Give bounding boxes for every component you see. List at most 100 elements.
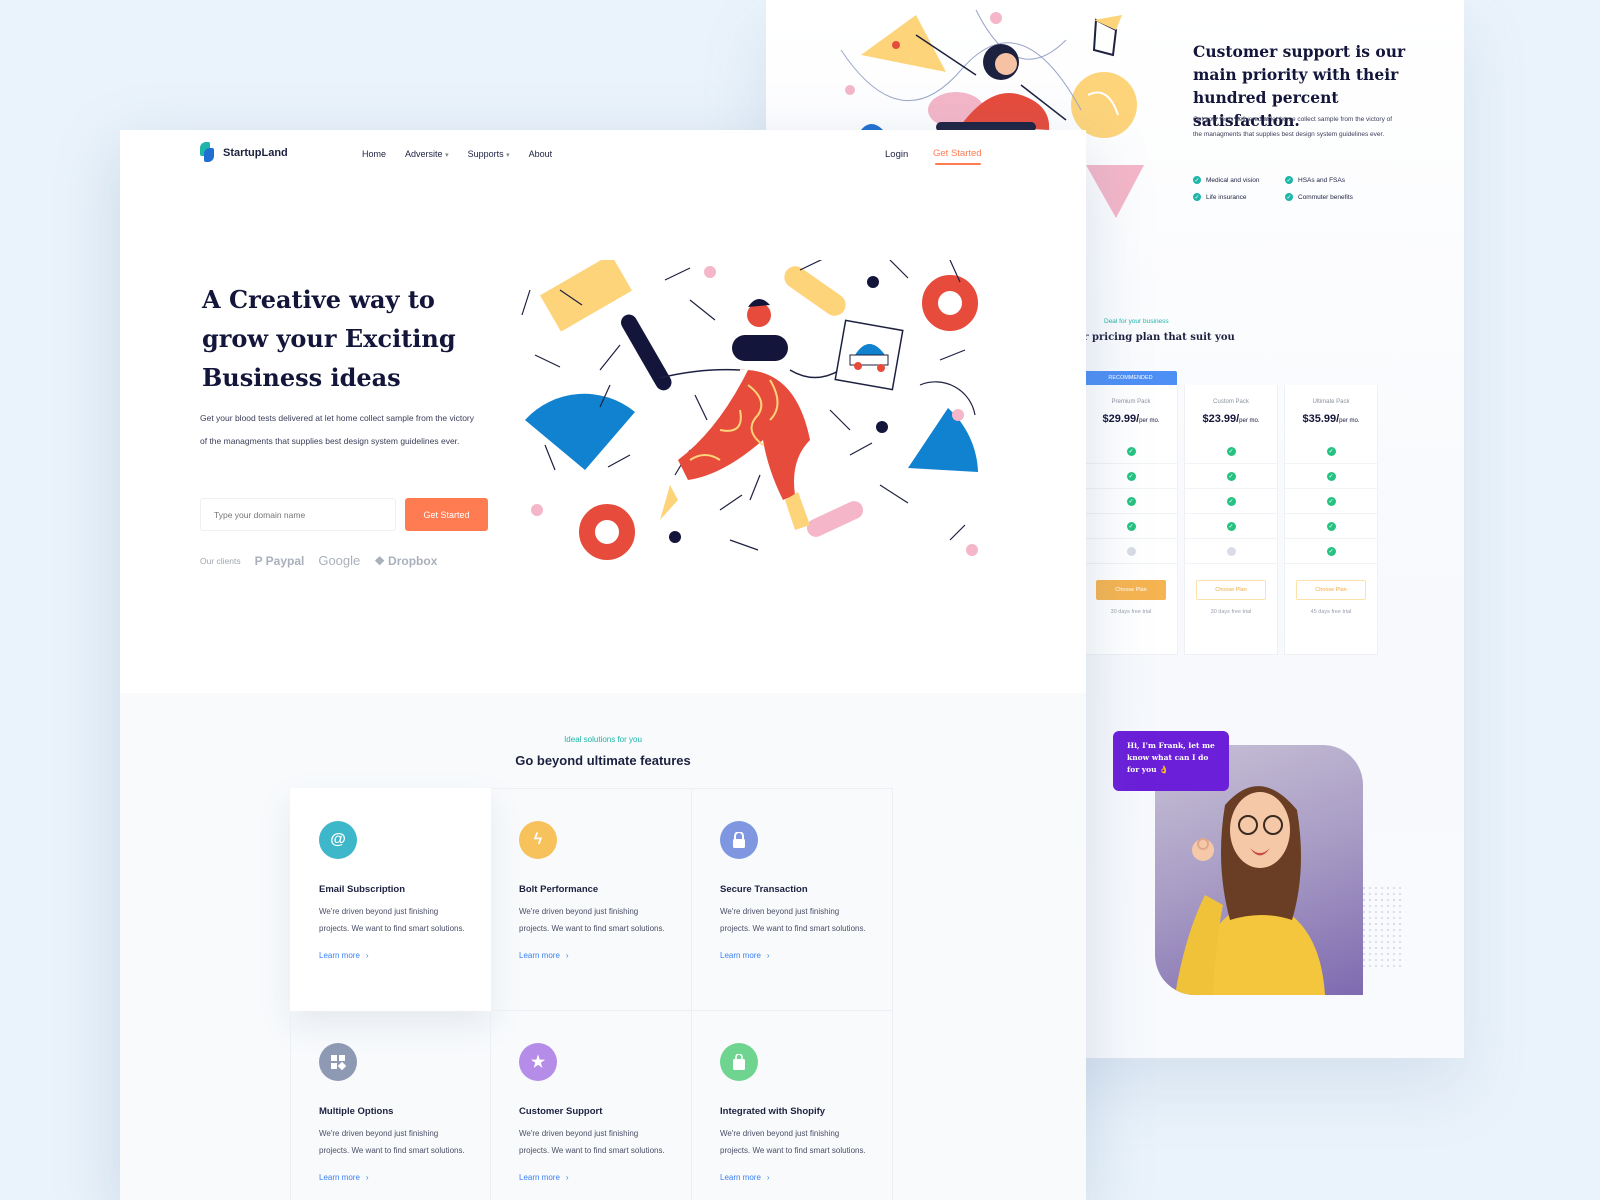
front-page-preview: StartupLand Home Adversite ▾ Supports ▾ … <box>120 130 1086 1200</box>
feature-title: Integrated with Shopify <box>720 1106 826 1117</box>
get-started-button[interactable]: Get Started <box>405 498 488 531</box>
choose-plan-button[interactable]: Choose Plan <box>1096 580 1166 600</box>
check-icon: ✓ <box>1326 496 1336 506</box>
paypal-icon: P <box>254 553 263 568</box>
recommended-badge: RECOMMENDED <box>1084 371 1177 385</box>
brand-logo[interactable]: StartupLand <box>200 142 288 163</box>
hero-description: Get your blood tests delivered at let ho… <box>200 413 475 446</box>
check-icon: ✓ <box>1226 521 1236 531</box>
feature-card: Secure Transaction We're driven beyond j… <box>692 788 893 1011</box>
dot-pattern <box>1361 885 1401 970</box>
learn-more-link[interactable]: Learn more › <box>319 1173 462 1182</box>
feature-title: Customer Support <box>519 1106 603 1117</box>
logo-icon <box>200 142 215 163</box>
cta-underline <box>935 163 981 165</box>
learn-more-link[interactable]: Learn more › <box>319 951 462 960</box>
shopping-bag-icon <box>720 1043 758 1081</box>
feature-card: ★ Customer Support We're driven beyond j… <box>491 1011 692 1200</box>
login-link[interactable]: Login <box>885 149 908 160</box>
get-started-link[interactable]: Get Started <box>933 148 982 159</box>
choose-plan-button[interactable]: Choose Plan <box>1296 580 1366 600</box>
check-icon: ✓ <box>1226 496 1236 506</box>
check-icon: ✓ <box>1126 496 1136 506</box>
nav-item-home[interactable]: Home <box>362 149 386 159</box>
nav-item-supports[interactable]: Supports ▾ <box>468 149 510 159</box>
feature-text: We're driven beyond just finishing proje… <box>519 907 665 933</box>
trial-note: 30 days free trial <box>1110 609 1152 615</box>
dropbox-icon: ❖ <box>374 553 386 568</box>
check-icon: ✓ <box>1193 176 1201 184</box>
chat-bubble[interactable]: Hi, I'm Frank, let me know what can I do… <box>1113 731 1229 791</box>
hero-illustration <box>521 260 978 560</box>
check-icon: ✓ <box>1326 546 1336 556</box>
benefit-item: ✓ Life insurance <box>1193 193 1247 201</box>
feature-title: Bolt Performance <box>519 884 599 895</box>
check-icon: ✓ <box>1126 521 1136 531</box>
learn-more-link[interactable]: Learn more › <box>519 951 663 960</box>
check-icon: ✓ <box>1226 471 1236 481</box>
plan-name: Custom Pack <box>1213 399 1249 405</box>
feature-card: @ Email Subscription We're driven beyond… <box>290 788 491 1011</box>
feature-card: Integrated with Shopify We're driven bey… <box>692 1011 893 1200</box>
learn-more-link[interactable]: Learn more › <box>720 951 864 960</box>
learn-more-link[interactable]: Learn more › <box>519 1173 663 1182</box>
star-icon: ★ <box>519 1043 557 1081</box>
unchecked-icon <box>1226 546 1236 556</box>
trial-note: 30 days free trial <box>1210 609 1252 615</box>
feature-card: Multiple Options We're driven beyond jus… <box>290 1011 491 1200</box>
benefits-list: ✓ Medical and vision ✓ HSAs and FSAs ✓ Life… <box>1193 176 1377 201</box>
feature-title: Multiple Options <box>319 1106 394 1117</box>
check-icon: ✓ <box>1226 446 1236 456</box>
check-icon: ✓ <box>1326 471 1336 481</box>
check-icon: ✓ <box>1193 193 1201 201</box>
check-icon: ✓ <box>1285 193 1293 201</box>
pricing-plan-premium: Premium Pack $29.99/per mo. ✓ ✓ ✓ ✓ Choo… <box>1084 385 1178 655</box>
main-nav: Home Adversite ▾ Supports ▾ About <box>362 149 552 159</box>
feature-text: We're driven beyond just finishing proje… <box>720 1129 866 1155</box>
client-dropbox: ❖ Dropbox <box>374 553 438 568</box>
feature-text: We're driven beyond just finishing proje… <box>519 1129 665 1155</box>
domain-input[interactable] <box>200 498 396 531</box>
choose-plan-button[interactable]: Choose Plan <box>1196 580 1266 600</box>
pricing-kicker: Deal for your business <box>1104 318 1169 325</box>
trial-note: 45 days free trial <box>1310 609 1352 615</box>
chevron-right-icon: › <box>365 951 369 960</box>
plan-price: $29.99/per mo. <box>1102 413 1160 425</box>
feature-text: We're driven beyond just finishing proje… <box>319 1129 465 1155</box>
bolt-icon: ϟ <box>519 821 557 859</box>
lock-icon <box>720 821 758 859</box>
benefit-item: ✓ Commuter benefits <box>1285 193 1353 201</box>
check-icon: ✓ <box>1126 446 1136 456</box>
learn-more-link[interactable]: Learn more › <box>720 1173 864 1182</box>
plan-price: $35.99/per mo. <box>1302 413 1360 425</box>
clients-label: Our clients <box>200 555 241 566</box>
options-icon <box>319 1043 357 1081</box>
at-icon: @ <box>319 821 357 859</box>
feature-text: We're driven beyond just finishing proje… <box>319 907 465 933</box>
chevron-down-icon: ▾ <box>445 152 449 159</box>
chevron-right-icon: › <box>766 1173 770 1182</box>
chevron-right-icon: › <box>565 951 569 960</box>
feature-title: Email Subscription <box>319 884 406 895</box>
features-grid: @ Email Subscription We're driven beyond… <box>290 788 893 1200</box>
chevron-down-icon: ▾ <box>506 152 510 159</box>
pricing-plan-custom: Custom Pack $23.99/per mo. ✓ ✓ ✓ ✓ Choos… <box>1184 385 1278 655</box>
chevron-right-icon: › <box>565 1173 569 1182</box>
pricing-plan-ultimate: Ultimate Pack $35.99/per mo. ✓ ✓ ✓ ✓ ✓ C… <box>1284 385 1378 655</box>
chevron-right-icon: › <box>365 1173 369 1182</box>
benefit-item: ✓ HSAs and FSAs <box>1285 176 1345 184</box>
nav-item-adversite[interactable]: Adversite ▾ <box>405 149 449 159</box>
client-google: Google <box>318 553 361 568</box>
feature-title: Secure Transaction <box>720 884 808 895</box>
features-kicker: Ideal solutions for you <box>564 735 642 744</box>
hero-title: A Creative way to grow your Exciting Bus… <box>202 285 456 392</box>
feature-card: ϟ Bolt Performance We're driven beyond j… <box>491 788 692 1011</box>
check-icon: ✓ <box>1326 446 1336 456</box>
feature-text: We're driven beyond just finishing proje… <box>720 907 866 933</box>
check-icon: ✓ <box>1326 521 1336 531</box>
check-icon: ✓ <box>1126 471 1136 481</box>
nav-item-about[interactable]: About <box>529 149 553 159</box>
brand-name: StartupLand <box>223 146 288 159</box>
clients-row: Our clients P Paypal Google ❖ Dropbox <box>200 553 437 568</box>
check-icon: ✓ <box>1285 176 1293 184</box>
